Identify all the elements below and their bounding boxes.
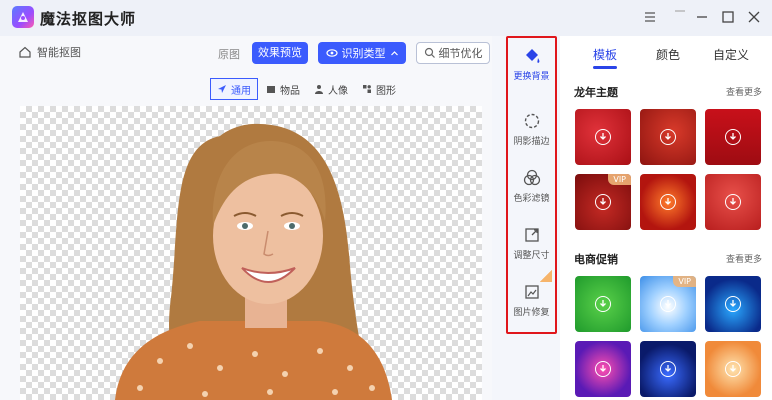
magnifier-icon (424, 47, 435, 58)
category-bar: 通用 物品 人像 图形 (210, 78, 402, 100)
person-icon (315, 85, 323, 94)
download-icon (725, 361, 741, 377)
section-title-ecommerce: 电商促销 (574, 253, 618, 266)
download-icon (660, 296, 676, 312)
category-label: 人像 (328, 85, 348, 97)
pin-icon[interactable] (670, 7, 690, 27)
tool-label: 色彩滤镜 (513, 194, 550, 204)
preview-button[interactable]: 效果预览 (252, 42, 308, 64)
menu-icon[interactable] (640, 7, 660, 27)
tab-custom[interactable]: 自定义 (713, 46, 749, 63)
download-icon (595, 361, 611, 377)
see-more-dragon-year[interactable]: 查看更多 (726, 85, 762, 98)
original-toggle[interactable]: 原图 (218, 46, 240, 62)
section-title-dragon-year: 龙年主题 (574, 86, 618, 99)
app-title: 魔法抠图大师 (40, 10, 137, 28)
app-logo (12, 6, 34, 28)
template-thumb[interactable] (705, 174, 761, 230)
download-icon (725, 194, 741, 210)
recognize-type-label: 识别类型 (341, 47, 386, 60)
image-canvas[interactable] (20, 106, 482, 400)
category-label: 图形 (376, 85, 396, 97)
tab-templates[interactable]: 模板 (593, 46, 617, 63)
shadow-circle-icon (524, 113, 539, 129)
recognize-type-button[interactable]: 识别类型 (318, 42, 406, 64)
template-thumb[interactable] (575, 276, 631, 332)
close-icon[interactable] (744, 7, 764, 27)
download-icon (660, 129, 676, 145)
category-graphic[interactable]: 图形 (356, 78, 402, 100)
template-thumb[interactable]: VIP (575, 174, 631, 230)
download-icon (595, 296, 611, 312)
maximize-icon[interactable] (718, 7, 738, 27)
portrait-cutout (115, 123, 392, 400)
tool-image-repair[interactable]: 图片修复 (506, 282, 557, 318)
category-label: 物品 (280, 85, 300, 97)
tab-colors[interactable]: 颜色 (656, 46, 680, 63)
category-object[interactable]: 物品 (260, 78, 306, 100)
download-icon (660, 194, 676, 210)
category-portrait[interactable]: 人像 (308, 78, 354, 100)
detail-optimize-button[interactable]: 细节优化 (416, 42, 490, 64)
tool-shadow-stroke[interactable]: 阴影描边 (506, 111, 557, 147)
home-label: 智能抠图 (37, 46, 81, 59)
category-general[interactable]: 通用 (210, 78, 258, 100)
breadcrumb[interactable]: 智能抠图 (18, 44, 81, 60)
paint-bucket-icon (525, 49, 539, 63)
download-icon (595, 129, 611, 145)
tool-label: 更换背景 (513, 72, 550, 82)
eye-icon (325, 49, 338, 57)
template-thumb[interactable] (640, 341, 696, 397)
template-thumb[interactable] (705, 109, 761, 165)
see-more-ecommerce[interactable]: 查看更多 (726, 252, 762, 265)
download-icon (725, 296, 741, 312)
active-tab-indicator (593, 66, 617, 69)
tool-resize[interactable]: 调整尺寸 (506, 225, 557, 261)
vip-badge: VIP (673, 276, 696, 287)
tool-color-filter[interactable]: 色彩滤镜 (506, 168, 557, 204)
shapes-icon (363, 85, 371, 93)
home-icon (19, 46, 31, 58)
chevron-up-icon (390, 50, 398, 55)
tool-change-background[interactable]: 更换背景 (506, 46, 557, 82)
tool-label: 图片修复 (513, 308, 550, 318)
template-thumb[interactable] (705, 276, 761, 332)
template-thumb[interactable]: VIP (640, 276, 696, 332)
template-thumb[interactable] (640, 174, 696, 230)
download-icon (725, 129, 741, 145)
detail-optimize-label: 细节优化 (438, 47, 483, 60)
tool-label: 调整尺寸 (513, 251, 550, 261)
tool-label: 阴影描边 (513, 137, 550, 147)
editor-panel: 智能抠图 原图 效果预览 识别类型 细节优化 通用 物品 人像 图形 (0, 36, 492, 400)
title-bar: 魔法抠图大师 (0, 0, 772, 36)
color-filter-icon (523, 169, 540, 186)
vip-badge: VIP (608, 174, 631, 185)
template-thumb[interactable] (640, 109, 696, 165)
download-icon (595, 194, 611, 210)
template-thumb[interactable] (705, 341, 761, 397)
resize-icon (524, 228, 539, 242)
box-icon (267, 86, 275, 93)
minimize-icon[interactable] (692, 7, 712, 27)
category-label: 通用 (231, 85, 251, 97)
cursor-icon (218, 85, 226, 93)
image-repair-icon (524, 285, 539, 299)
new-badge-corner (540, 270, 552, 282)
template-thumb[interactable] (575, 341, 631, 397)
download-icon (660, 361, 676, 377)
template-thumb[interactable] (575, 109, 631, 165)
